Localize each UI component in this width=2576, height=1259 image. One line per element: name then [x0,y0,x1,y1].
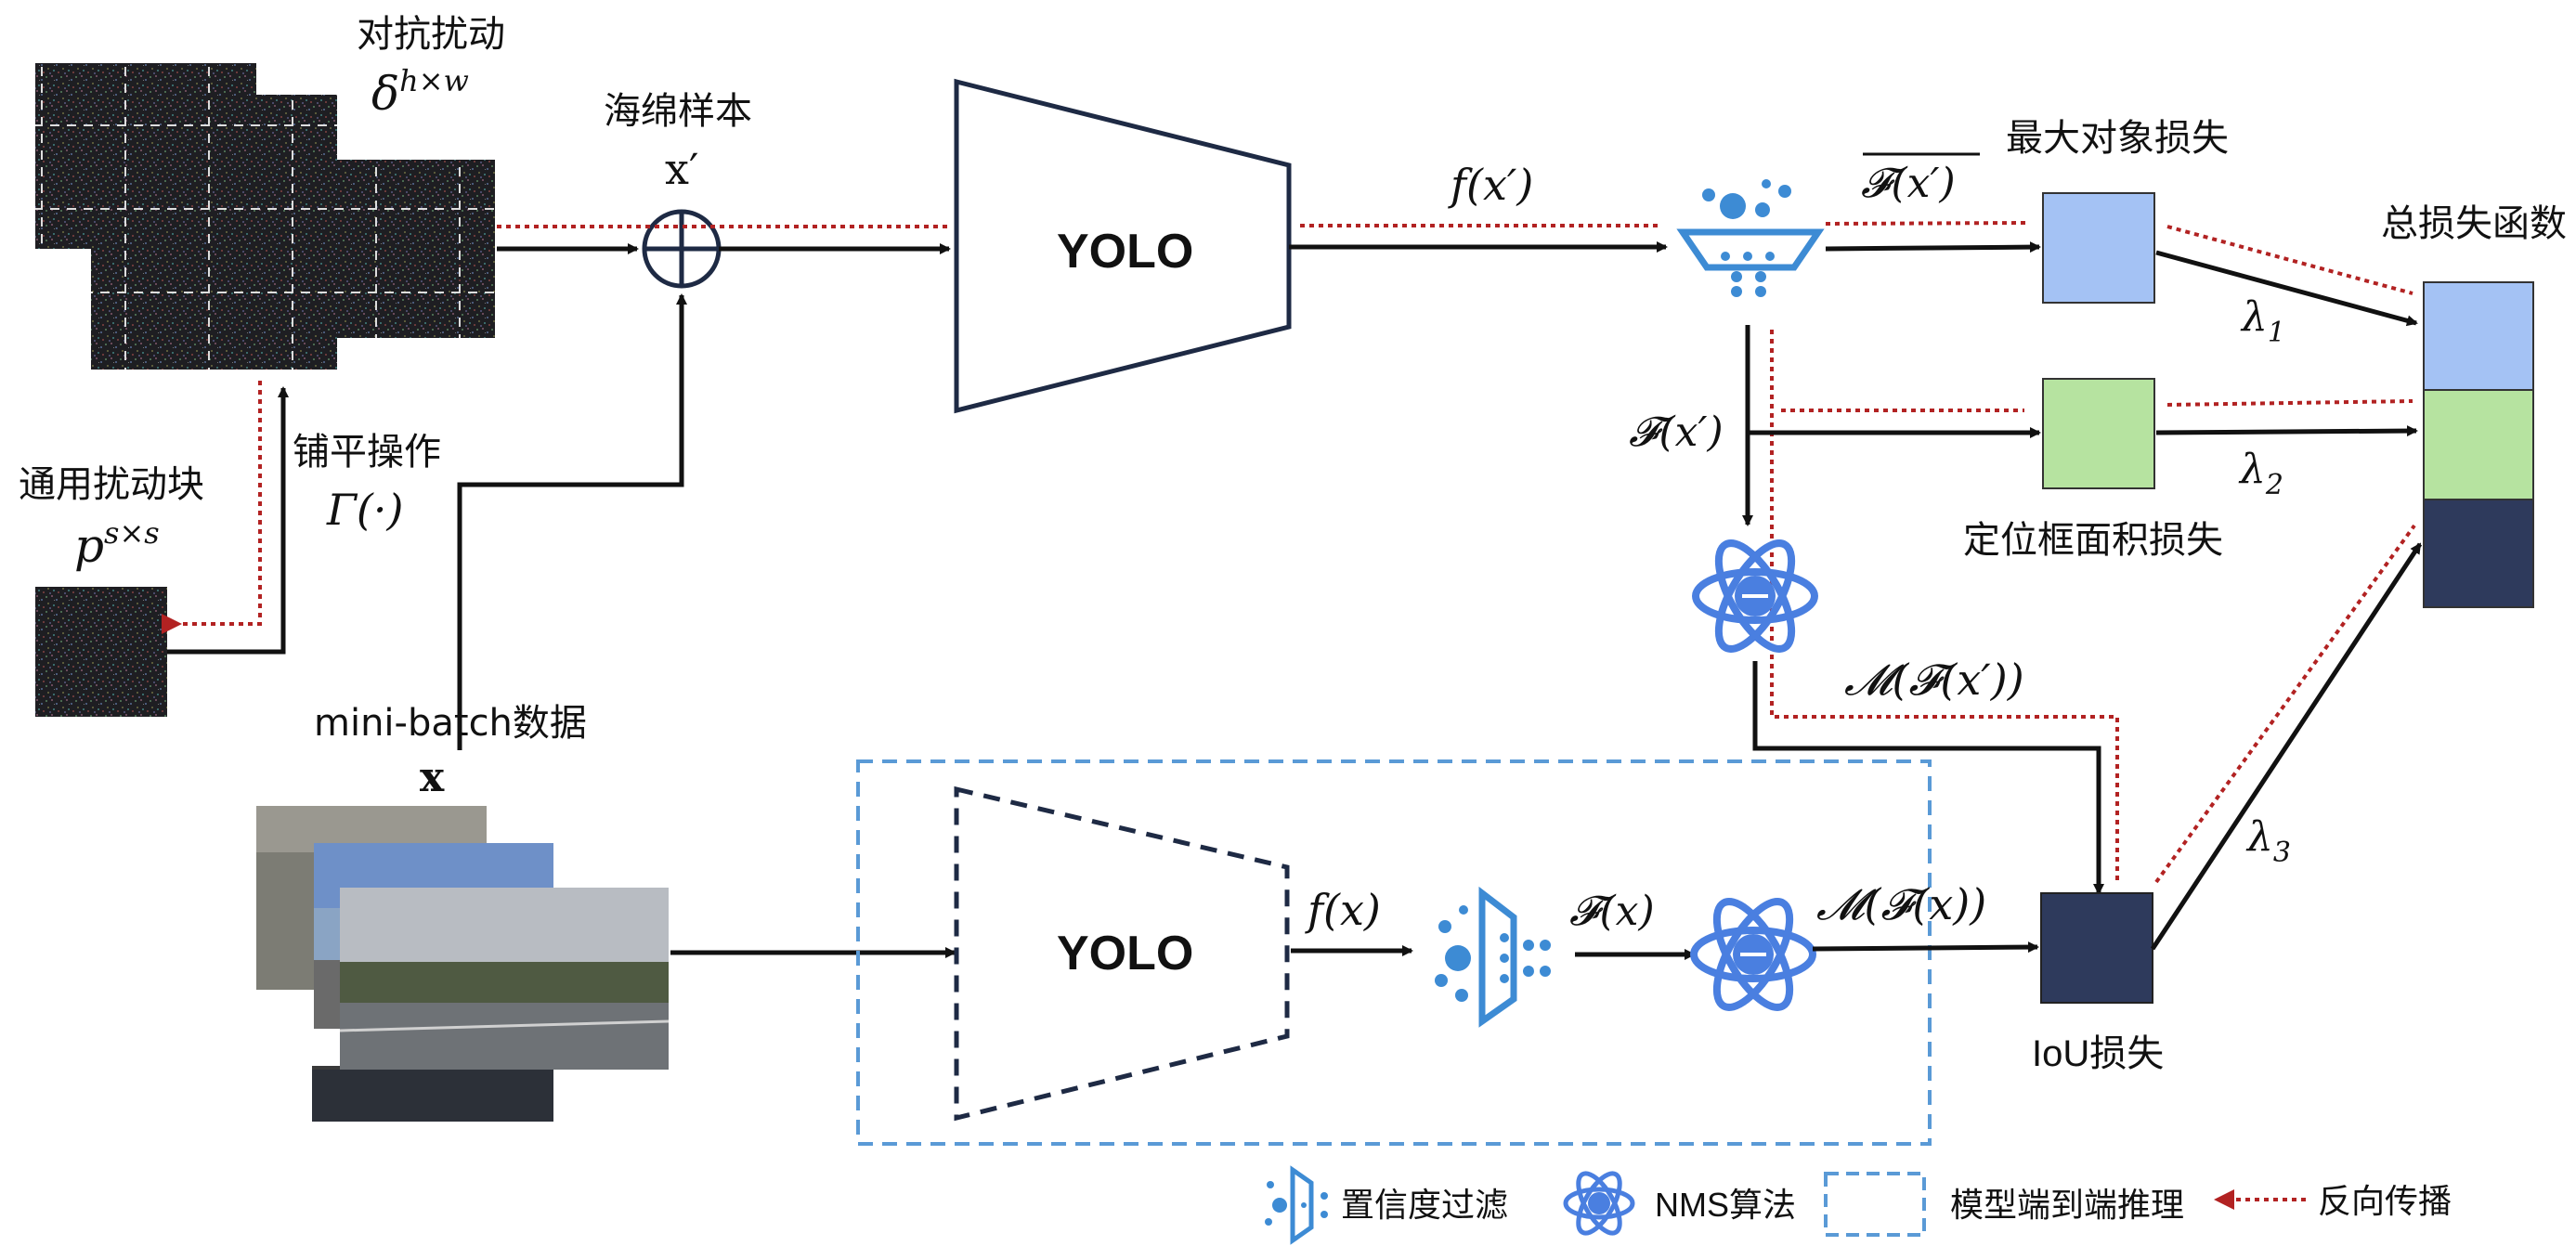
bbox-area-loss-label: 定位框面积损失 [1963,519,2223,562]
maxobj-to-total-arrow [2155,250,2418,327]
bbox-to-total-arrow [2155,425,2418,437]
lambda3-label: λ3 [2245,813,2291,869]
minibatch-images [256,806,670,1122]
f-xprime-label: f(x′) [1448,160,1533,210]
iou-loss-label: IoU损失 [2032,1033,2164,1074]
minibatch-symbol: x [420,754,445,801]
perturbation-title: 对抗扰动 [357,13,505,56]
max-object-loss-label: 最大对象损失 [2006,117,2229,160]
legend-filter-label: 置信度过滤 [1341,1187,1508,1225]
iou-to-total-arrow [2150,542,2423,951]
backprop-total-maxobj [2166,225,2413,295]
F-xprime-label: 𝓕(x′) [1629,409,1724,456]
confidence-filter-icon-top [1676,179,1825,297]
tiling-title: 铺平操作 [293,431,441,474]
yolo-bottom-label: YOLO [1057,927,1193,980]
patch-to-tiles-arrow [167,386,289,655]
nms-bottom-to-iou-arrow [1812,941,2039,954]
nms-icon-top [1692,539,1818,653]
legend-backprop-label: 反向传播 [2318,1183,2452,1221]
yolo-top-label: YOLO [1057,225,1193,279]
max-object-loss-box [2042,192,2155,304]
legend-e2e-box [1824,1172,1926,1237]
sponge-title: 海绵样本 [604,90,752,133]
legend: 置信度过滤 NMS算法 模型端到端推理 反向传播 [1265,1165,2452,1245]
sponge-symbol: x′ [665,144,698,194]
M-F-x-label: 𝓜(𝓕(x)) [1816,879,1986,929]
lambda1-label: λ1 [2240,293,2285,349]
M-F-xprime-label: 𝓜(𝓕(x′)) [1844,655,2024,705]
nms-icon-bottom [1690,898,1816,1011]
perturbation-symbol: δh×w [371,63,469,121]
legend-nms-icon [1563,1171,1635,1236]
confidence-filter-icon-bottom [1435,886,1551,1028]
minibatch-to-adder-arrow [457,293,687,750]
patch-symbol: ps×s [74,515,160,573]
legend-filter-icon [1265,1165,1328,1245]
iou-loss-box [2040,892,2153,1004]
backprop-maxobj [1825,221,2027,226]
universal-patch-image [35,587,167,717]
patch-title: 通用扰动块 [19,463,204,506]
backprop-total-bbox [2166,399,2413,407]
backprop-total-iou [2154,524,2416,884]
tiling-symbol: Γ(·) [326,485,403,535]
bbox-area-loss-box [2042,378,2155,489]
F-xprime-bar-label: 𝓕(x′) [1861,160,1956,207]
F-x-label: 𝓕(x) [1569,888,1655,935]
total-loss-stack [2423,281,2534,608]
adversarial-perturbation-tiles [35,63,495,370]
lambda2-label: λ2 [2238,446,2283,501]
legend-nms-label: NMS算法 [1655,1186,1796,1224]
filter-to-maxobj-arrow [1825,241,2041,253]
total-loss-label: 总损失函数 [2381,202,2567,245]
f-x-label: f(x) [1305,885,1381,935]
minibatch-title: mini-batch数据 [314,702,587,745]
pipeline-diagram: 对抗扰动 δh×w 通用扰动块 ps×s 铺平操作 Γ(·) 海绵样本 x′ Y… [19,13,2567,1245]
legend-e2e-label: 模型端到端推理 [1950,1187,2184,1225]
